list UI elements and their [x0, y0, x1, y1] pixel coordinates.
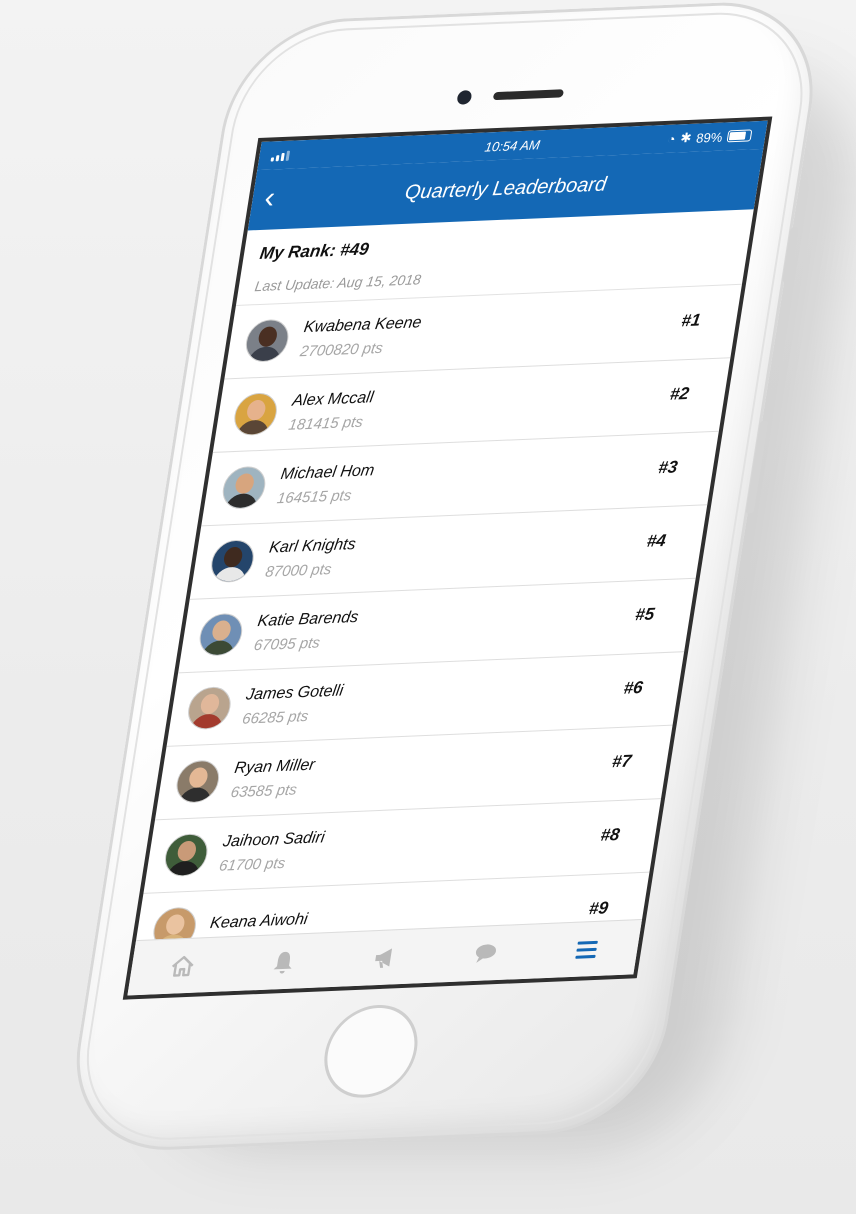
my-rank: My Rank: #49 — [258, 239, 371, 264]
avatar-shoulders — [212, 566, 248, 584]
avatar-shoulders — [246, 346, 283, 363]
menu-icon — [575, 940, 599, 959]
avatar-head — [257, 326, 279, 348]
avatar-shoulders — [165, 860, 202, 878]
leader-points: 87000 pts — [264, 560, 333, 581]
tab-bell[interactable] — [258, 941, 308, 983]
tab-menu[interactable] — [562, 928, 612, 970]
leader-rank: #5 — [633, 604, 656, 625]
battery-icon — [726, 129, 753, 143]
row-info: Jaihoon Sadiri 61700 pts — [218, 829, 326, 875]
leader-name: Ryan Miller — [233, 756, 317, 777]
leader-name: Michael Hom — [279, 461, 376, 483]
battery-percent: 89% — [695, 129, 724, 146]
avatar-shoulders — [200, 639, 236, 657]
avatar-shoulders — [188, 713, 225, 731]
leader-rank: #1 — [680, 310, 703, 331]
avatar-head — [210, 620, 233, 642]
avatar-head — [176, 840, 198, 862]
avatar — [208, 539, 257, 584]
page-title: Quarterly Leaderboard — [403, 173, 609, 204]
avatar-shoulders — [235, 419, 271, 437]
leader-rank: #6 — [622, 677, 645, 698]
leader-points: 2700820 pts — [298, 339, 385, 360]
avatar-head — [222, 546, 244, 568]
avatar-shoulders — [223, 493, 260, 510]
leader-points: 181415 pts — [287, 413, 365, 434]
leader-rank: #8 — [599, 824, 622, 845]
avatar — [219, 465, 269, 510]
avatar — [161, 833, 211, 878]
leader-name: Katie Barends — [256, 608, 360, 630]
tab-megaphone[interactable] — [359, 937, 409, 979]
leader-name: Alex Mccall — [291, 388, 375, 410]
avatar — [173, 759, 223, 804]
device-mockup: 10:54 AM ◔ ✱ 89% ‹ Quarterly Leaderboard… — [0, 0, 856, 1214]
row-info: Michael Hom 164515 pts — [276, 462, 376, 507]
chat-icon — [476, 944, 497, 963]
tab-home[interactable] — [157, 945, 207, 987]
leader-rank: #3 — [657, 457, 679, 478]
leader-rank: #9 — [587, 898, 610, 919]
leader-name: James Gotelli — [244, 681, 345, 704]
row-info: Katie Barends 67095 pts — [253, 608, 360, 653]
leader-points: 67095 pts — [252, 633, 322, 654]
alarm-icon: ◔ — [666, 130, 677, 147]
avatar — [185, 686, 234, 731]
bluetooth-icon: ✱ — [679, 129, 693, 146]
status-right: ◔ ✱ 89% — [666, 127, 753, 147]
leader-rank: #7 — [610, 751, 633, 772]
row-info: Ryan Miller 63585 pts — [230, 756, 317, 801]
leader-name: Karl Knights — [268, 535, 357, 557]
bell-icon — [273, 951, 292, 974]
leader-points: 63585 pts — [229, 780, 299, 801]
avatar-head — [234, 473, 256, 495]
tab-chat[interactable] — [461, 932, 511, 974]
avatar-head — [245, 399, 267, 421]
home-icon — [171, 955, 194, 977]
leaderboard-list: Kwabena Keene 2700820 pts #1 Alex Mccall 181… — [131, 284, 742, 968]
row-info: James Gotelli 66285 pts — [241, 682, 344, 727]
avatar — [242, 318, 292, 363]
avatar-head — [164, 914, 186, 935]
leader-points: 66285 pts — [241, 707, 310, 728]
leader-rank: #2 — [668, 383, 691, 404]
avatar — [196, 612, 246, 657]
leader-points: 164515 pts — [275, 486, 353, 507]
avatar-head — [199, 693, 221, 715]
leader-points: 61700 pts — [217, 854, 287, 875]
avatar-shoulders — [177, 786, 213, 804]
row-info: Alex Mccall 181415 pts — [287, 389, 374, 434]
leader-name: Jaihoon Sadiri — [221, 828, 326, 851]
leader-rank: #4 — [645, 530, 668, 551]
avatar — [231, 392, 280, 437]
row-info: Kwabena Keene 2700820 pts — [299, 314, 423, 360]
avatar-head — [187, 767, 210, 788]
megaphone-icon — [375, 948, 393, 968]
leader-name: Kwabena Keene — [302, 313, 423, 336]
leader-name: Keana Aiwohi — [208, 910, 309, 933]
row-info: Karl Knights 87000 pts — [264, 535, 357, 580]
